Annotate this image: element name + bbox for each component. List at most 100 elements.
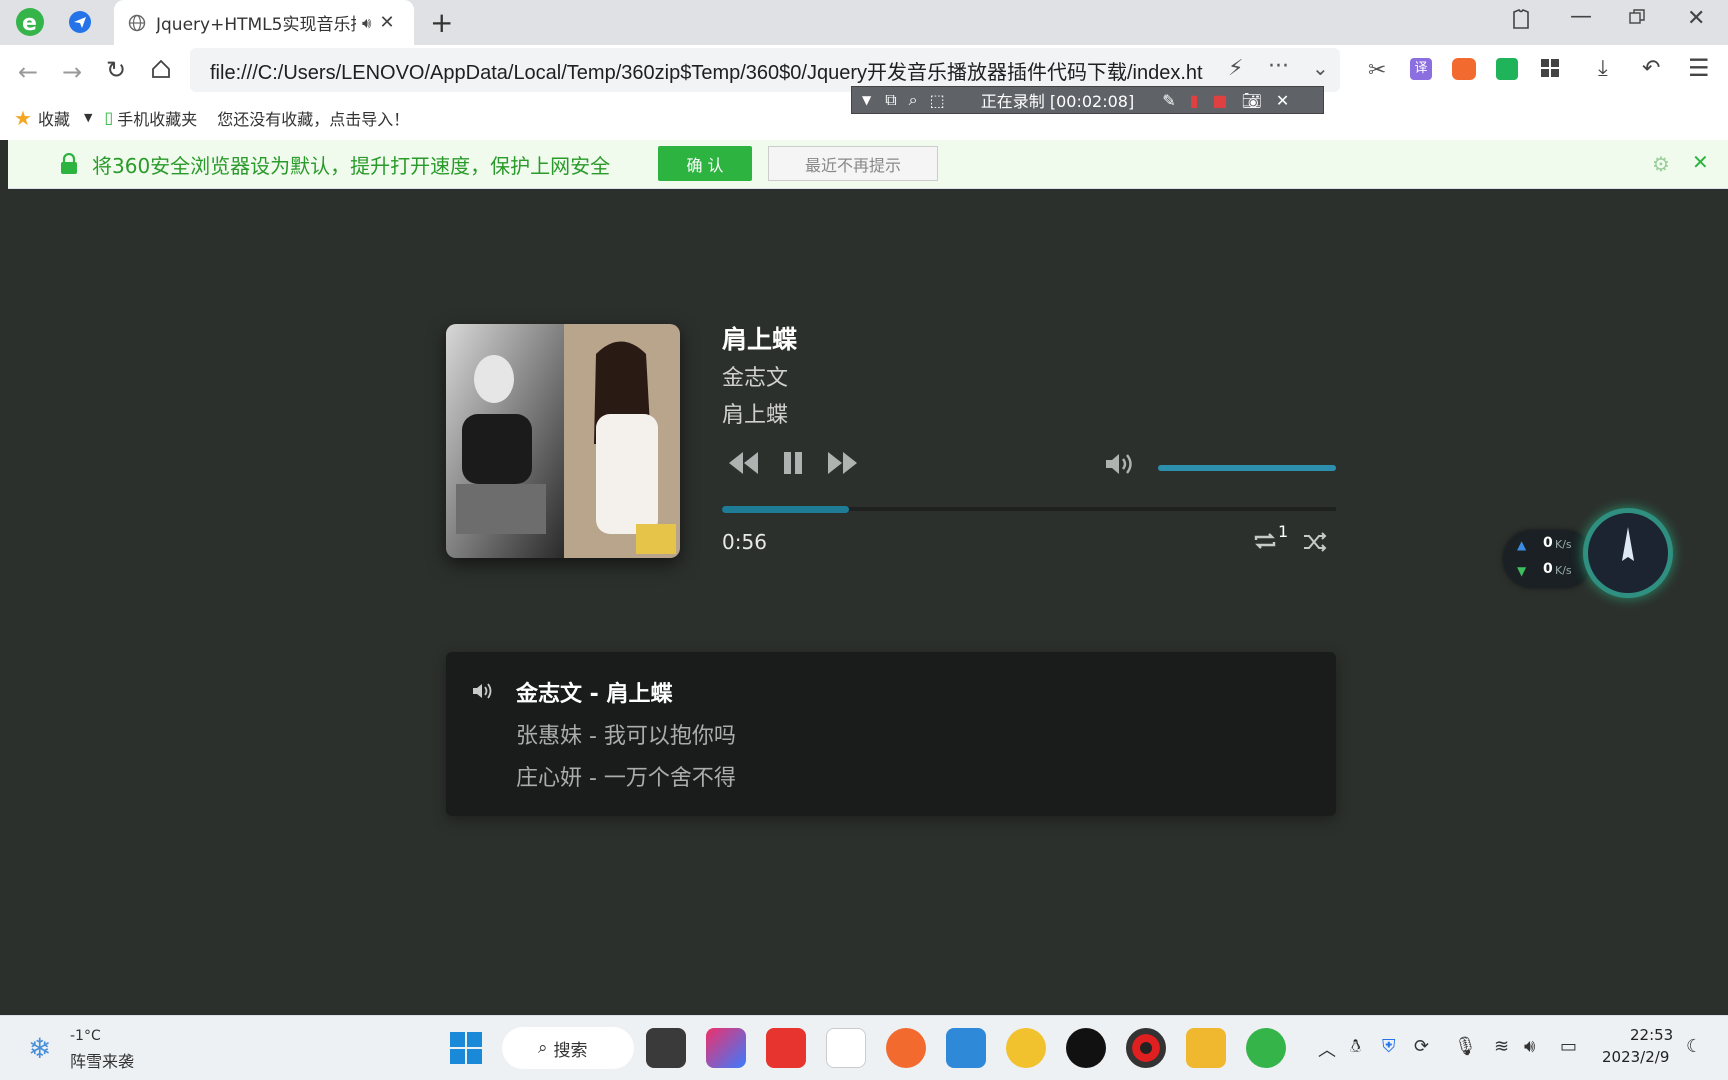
volume-level (1158, 465, 1336, 471)
close-window-button[interactable]: ✕ (1687, 6, 1705, 31)
undo-icon[interactable]: ↶ (1642, 56, 1660, 81)
translate-icon[interactable]: 译 (1410, 58, 1432, 80)
speaker-icon[interactable]: 🔊︎ (362, 14, 371, 32)
microphone-icon[interactable]: 🎙︎ (1454, 1036, 1477, 1057)
mobile-icon: ▯ (104, 108, 114, 127)
lock-icon (60, 153, 78, 175)
playlist-item[interactable]: 张惠妹 - 我可以抱你吗 (516, 718, 736, 750)
menu-icon[interactable]: ☰ (1688, 54, 1710, 82)
clock-time[interactable]: 22:53 (1630, 1026, 1673, 1044)
notifications-moon-icon[interactable]: ☾ (1686, 1036, 1702, 1057)
new-tab-button[interactable]: + (430, 6, 453, 39)
now-playing-speaker-icon (472, 682, 496, 700)
apps-grid-icon[interactable] (1540, 58, 1560, 78)
more-icon[interactable]: ··· (1268, 54, 1289, 79)
wps-icon[interactable] (766, 1028, 806, 1068)
song-artist: 金志文 (722, 366, 789, 391)
globe-icon (128, 14, 146, 31)
tray-chevron-up-icon[interactable]: ︿ (1318, 1036, 1336, 1062)
confirm-button[interactable]: 确 认 (658, 146, 752, 181)
rec-stop-icon[interactable]: ■ (1212, 91, 1227, 110)
home-button[interactable] (150, 58, 172, 80)
rec-window-icon[interactable]: ⧉ (885, 90, 896, 110)
rec-close-icon[interactable]: ✕ (1276, 91, 1289, 110)
rec-zoom-icon[interactable]: ⌕ (909, 90, 918, 110)
taskbar-search[interactable]: ⌕ 搜索 (502, 1027, 634, 1069)
search-icon: ⌕ (538, 1038, 548, 1058)
rec-pen-icon[interactable]: ✎ (1162, 91, 1175, 110)
recording-status: 正在录制 [00:02:08] (980, 92, 1135, 111)
file-icon[interactable] (826, 1028, 866, 1068)
repeat-icon[interactable] (1252, 530, 1278, 552)
minimize-button[interactable]: — (1570, 4, 1592, 29)
clock-date[interactable]: 2023/2/9 (1602, 1048, 1669, 1066)
download-unit: K/s (1555, 564, 1572, 577)
forward-button[interactable]: → (62, 58, 82, 86)
rec-dropdown-icon[interactable]: ▼ (862, 93, 871, 107)
download-arrow-icon: ▼ (1517, 564, 1527, 578)
song-album: 肩上蝶 (722, 403, 789, 428)
playlist-item[interactable]: 金志文 - 肩上蝶 (516, 676, 672, 708)
wifi-icon[interactable]: ≋ (1494, 1036, 1509, 1057)
speed-ball-icon[interactable] (1583, 508, 1673, 598)
settings-gear-icon[interactable]: ⚙︎ (1652, 152, 1670, 176)
playlist-item[interactable]: 庄心妍 - 一万个舍不得 (516, 760, 736, 792)
chevron-down-icon[interactable]: ⌄ (1312, 56, 1329, 80)
previous-button[interactable] (726, 450, 760, 476)
bookmarks-empty-hint[interactable]: 您还没有收藏，点击导入！ (217, 106, 409, 130)
qq-icon[interactable]: 🐧︎ (1350, 1036, 1361, 1059)
album-cover (446, 324, 680, 558)
battery-icon[interactable]: ▭ (1560, 1036, 1577, 1057)
scissors-icon[interactable]: ✂︎ (1368, 58, 1386, 83)
volume-icon[interactable] (1104, 451, 1136, 477)
tab-close-icon[interactable]: ✕ (379, 12, 394, 33)
back-button[interactable]: ← (18, 58, 38, 86)
sublime-icon[interactable] (886, 1028, 926, 1068)
volume-tray-icon[interactable]: 🔊︎ (1524, 1036, 1535, 1057)
mobile-favorites-link[interactable]: 手机收藏夹 (117, 106, 197, 130)
intellij-icon[interactable] (706, 1028, 746, 1068)
360-browser-icon[interactable] (1246, 1028, 1286, 1068)
task-view-icon[interactable] (646, 1028, 686, 1068)
browser-tab[interactable]: Jquery+HTML5实现音乐播放器插件代码下载 🔊︎ ✕ (114, 0, 414, 45)
favorites-dropdown-icon[interactable]: ▼ (84, 111, 92, 124)
weather-temp[interactable]: -1°C (70, 1028, 101, 1044)
shield-icon[interactable]: ⛨ (1382, 1036, 1396, 1057)
file-explorer-icon[interactable] (1186, 1028, 1226, 1068)
snowflake-icon: ❄︎ (28, 1032, 52, 1065)
game-icon[interactable] (1452, 58, 1476, 80)
notice-close-icon[interactable]: ✕ (1692, 150, 1709, 174)
reload-button[interactable]: ↻ (106, 56, 126, 84)
notepad-icon[interactable] (946, 1028, 986, 1068)
rec-region-icon[interactable]: ⬚ (930, 91, 945, 110)
net-speed-widget[interactable]: ▲ 0 K/s ▼ 0 K/s (1503, 530, 1593, 588)
progress-fill (722, 506, 849, 513)
restore-button[interactable] (1628, 8, 1646, 26)
weather-desc[interactable]: 阵雪来袭 (70, 1048, 134, 1072)
record-app-icon[interactable] (1126, 1028, 1166, 1068)
favorites-button[interactable]: 收藏 (38, 106, 70, 130)
sidebar-send-icon[interactable] (68, 10, 92, 34)
download-icon[interactable]: ⤓ (1598, 56, 1608, 81)
repeat-count: 1 (1278, 522, 1289, 541)
sync-icon[interactable]: ⟳ (1414, 1036, 1429, 1057)
star-icon: ★ (14, 105, 32, 130)
book-icon[interactable] (1496, 58, 1518, 80)
pause-button[interactable] (782, 451, 804, 475)
next-button[interactable] (826, 450, 860, 476)
browser-logo-icon[interactable]: e (14, 6, 46, 38)
shuffle-icon[interactable] (1302, 532, 1328, 552)
page-content (8, 189, 1728, 1015)
duck-app-icon[interactable] (1006, 1028, 1046, 1068)
notice-text: 将360安全浏览器设为默认，提升打开速度，保护上网安全 (92, 153, 611, 178)
song-title: 肩上蝶 (722, 325, 798, 354)
rec-camera-icon[interactable]: 📷︎ (1242, 91, 1262, 110)
lightning-icon[interactable]: ⚡︎ (1228, 56, 1243, 81)
tab-title: Jquery+HTML5实现音乐播放器插件代码下载 (156, 15, 356, 35)
playlist: 金志文 - 肩上蝶 张惠妹 - 我可以抱你吗 庄心妍 - 一万个舍不得 (446, 652, 1336, 816)
video-app-icon[interactable] (1066, 1028, 1106, 1068)
dont-remind-button[interactable]: 最近不再提示 (768, 146, 938, 181)
rec-pause-icon[interactable]: ▮ (1190, 91, 1199, 110)
skin-icon[interactable] (1510, 8, 1532, 30)
start-button[interactable] (450, 1032, 482, 1064)
